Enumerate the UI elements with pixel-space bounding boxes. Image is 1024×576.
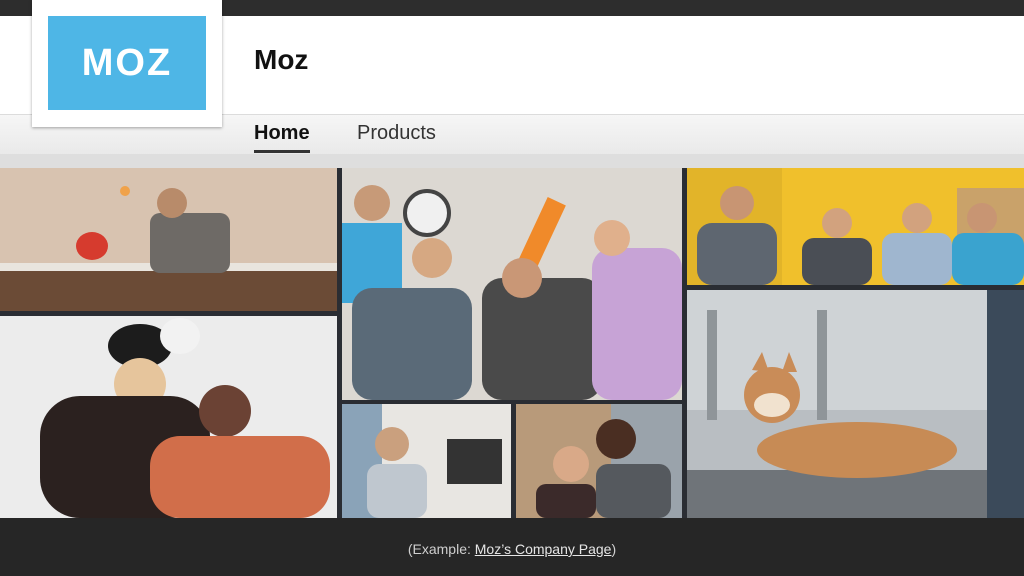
photo-dog[interactable] [687, 290, 1024, 518]
company-page-link[interactable]: Moz’s Company Page [475, 541, 612, 557]
caption-suffix: ) [611, 541, 617, 557]
tab-products[interactable]: Products [357, 122, 436, 145]
photo-couple[interactable] [516, 404, 682, 518]
company-logo: MOZ [48, 16, 206, 110]
header-divider [0, 154, 1024, 168]
company-logo-card[interactable]: MOZ [32, 0, 222, 127]
photo-ping-pong[interactable] [0, 168, 337, 311]
photo-office-worker[interactable] [342, 404, 511, 518]
photo-meeting[interactable] [687, 168, 1024, 285]
company-name: Moz [254, 44, 309, 75]
slide-caption: (Example: Moz’s Company Page) [0, 541, 1024, 557]
photo-panda-friends[interactable] [0, 316, 337, 518]
photo-team-toys[interactable] [342, 168, 682, 400]
tab-home[interactable]: Home [254, 122, 310, 145]
logo-text: MOZ [81, 41, 173, 84]
active-tab-indicator [254, 150, 310, 153]
photo-mosaic [0, 168, 1024, 518]
caption-prefix: (Example: [407, 541, 475, 557]
